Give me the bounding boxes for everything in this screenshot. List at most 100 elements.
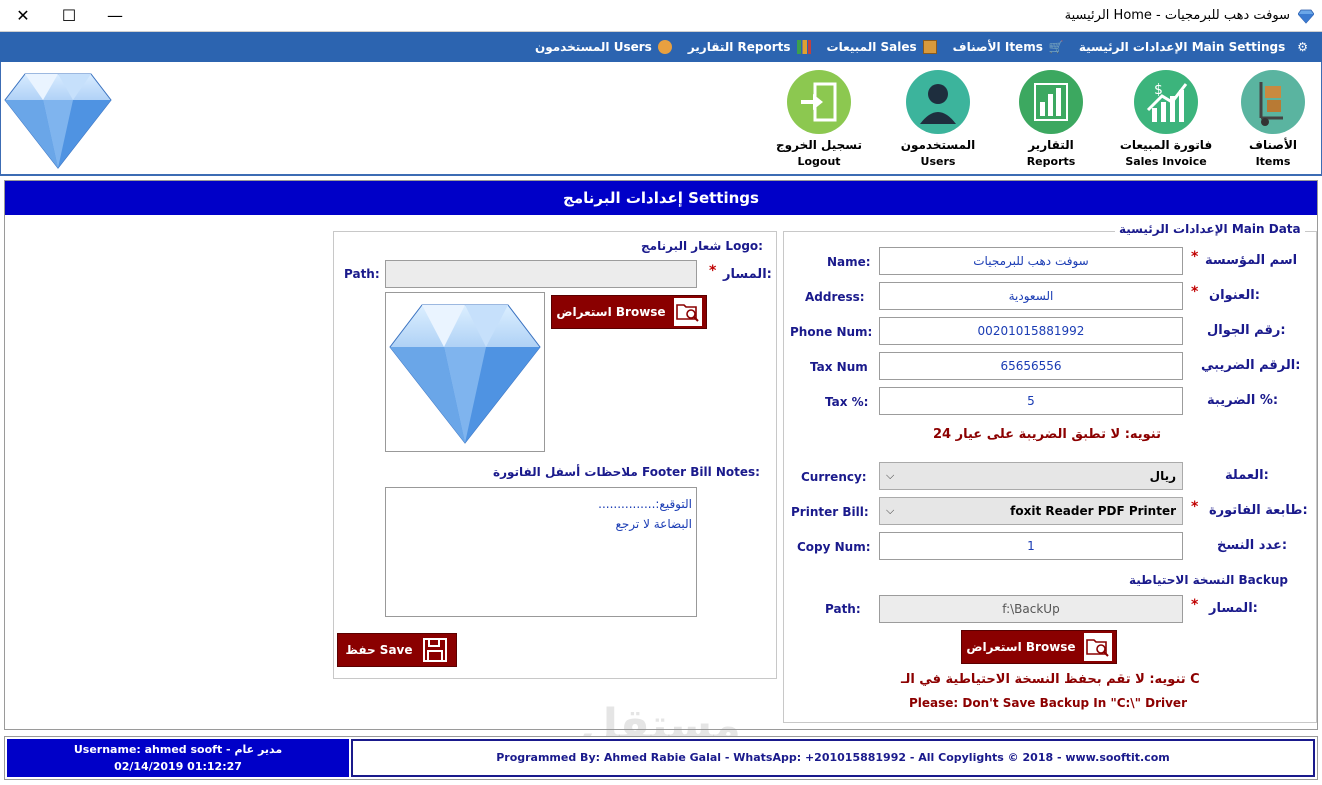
currency-label-ar: العملة: [1225, 468, 1269, 483]
address-label-en: Address: [805, 290, 865, 304]
currency-label-en: Currency: [801, 470, 867, 484]
menu-item-label: التقارير Reports [687, 40, 791, 54]
box-icon [922, 40, 937, 54]
name-field[interactable]: سوفت دهب للبرمجيات [879, 247, 1183, 275]
toolbar-sales-invoice-button[interactable]: $ فاتورة المبيعات Sales Invoice [1106, 70, 1226, 168]
required-mark: * [709, 263, 717, 279]
tax-number-field[interactable]: 65656556 [879, 352, 1183, 380]
status-user-panel: Username: ahmed sooft - مدير عام 02/14/2… [7, 739, 349, 777]
required-mark: * [1191, 249, 1199, 265]
close-icon: ✕ [16, 6, 30, 25]
logo-preview [385, 292, 545, 452]
toolbar-users-label-en: Users [920, 155, 956, 168]
toolbar: الأصناف Items $ فاتورة المبيعات Sales In… [0, 62, 1322, 176]
toolbar-logout-button[interactable]: تسجيل الخروج Logout [759, 70, 879, 168]
menu-item-sales[interactable]: المبيعات Sales [827, 40, 937, 54]
currency-select[interactable]: ⌵ ريال [879, 462, 1183, 490]
chevron-down-icon: ⌵ [886, 504, 895, 517]
logo-group-title: شعار البرنامج Logo: [641, 239, 763, 253]
backup-path-label-en: Path: [825, 602, 861, 616]
copy-number-field[interactable]: 1 [879, 532, 1183, 560]
report-icon [796, 40, 811, 54]
copy-number-label-en: Copy Num: [797, 540, 871, 554]
required-mark: * [1191, 499, 1199, 515]
phone-label-ar: رقم الجوال: [1207, 323, 1286, 338]
maximize-button[interactable]: ☐ [46, 4, 92, 28]
backup-path-label-ar: المسار: [1209, 601, 1258, 616]
toolbar-reports-label-ar: التقارير [1028, 138, 1074, 152]
title-bar: ✕ ☐ — الرئيسية Home - سوفت دهب للبرمجيات [0, 0, 1322, 32]
close-button[interactable]: ✕ [0, 4, 46, 28]
floppy-disk-icon [421, 636, 449, 664]
cart-icon: 🛒 [1048, 40, 1064, 54]
logo-browse-button[interactable]: استعراض Browse [551, 295, 707, 329]
required-mark: * [1191, 597, 1199, 613]
printer-select[interactable]: ⌵ foxit Reader PDF Printer [879, 497, 1183, 525]
logo-browse-label: استعراض Browse [556, 305, 666, 319]
printer-label-en: Printer Bill: [791, 505, 869, 519]
toolbar-reports-label-en: Reports [1026, 155, 1076, 168]
folder-search-icon [673, 298, 702, 326]
minimize-icon: — [107, 6, 123, 25]
toolbar-logout-label-en: Logout [797, 155, 841, 168]
toolbar-users-button[interactable]: المستخدمون Users [878, 70, 998, 168]
menu-item-main-settings[interactable]: الإعدادات الرئيسية Main Settings [1079, 40, 1285, 54]
folder-search-icon [1083, 633, 1112, 661]
status-programmed-by: Programmed By: Ahmed Rabie Galal - Whats… [351, 739, 1315, 777]
tax-percent-field[interactable]: 5 [879, 387, 1183, 415]
address-label-ar: العنوان: [1209, 288, 1260, 303]
toolbar-sales-label-ar: فاتورة المبيعات [1119, 138, 1213, 152]
menu-item-users[interactable]: المستخدمون Users [535, 40, 672, 54]
logo-path-label-en: Path: [344, 267, 380, 281]
status-username: Username: ahmed sooft - مدير عام [73, 743, 283, 756]
logo-path-label-ar: المسار: [723, 267, 772, 282]
tax-percent-label-en: Tax %: [825, 395, 869, 409]
diamond-logo-preview [389, 304, 541, 444]
currency-selected-value: ريال [1149, 469, 1176, 483]
bar-chart-icon [1019, 70, 1083, 134]
menu-item-label: الأصناف Items [952, 40, 1043, 54]
required-mark: * [1191, 284, 1199, 300]
sales-growth-icon: $ [1134, 70, 1198, 134]
backup-browse-label: استعراض Browse [966, 640, 1076, 654]
status-datetime: 02/14/2019 01:12:27 [114, 760, 242, 773]
address-field[interactable]: السعودية [879, 282, 1183, 310]
menu-item-label: الإعدادات الرئيسية Main Settings [1078, 40, 1286, 54]
tax-number-label-ar: الرقم الضريبي: [1201, 358, 1301, 373]
users-icon [657, 40, 672, 54]
logo-path-field[interactable] [385, 260, 697, 288]
printer-label-ar: طابعة الفاتورة: [1209, 503, 1308, 518]
menu-item-label: المبيعات Sales [826, 40, 917, 54]
settings-frame: إعدادات البرنامج Settings الإعدادات الرئ… [4, 180, 1318, 730]
toolbar-items-label-ar: الأصناف [1249, 138, 1297, 152]
footer-notes-textarea[interactable]: التوقيع:............... البضاعة لا ترجع [385, 487, 697, 617]
minimize-button[interactable]: — [92, 4, 138, 28]
backup-path-field[interactable]: f:\BackUp [879, 595, 1183, 623]
menu-item-reports[interactable]: التقارير Reports [688, 40, 811, 54]
hand-truck-icon [1241, 70, 1305, 134]
printer-selected-value: foxit Reader PDF Printer [1010, 504, 1176, 518]
footer-notes-title: ملاحظات أسفل الفاتورة Footer Bill Notes: [493, 465, 760, 479]
phone-label-en: Phone Num: [790, 325, 873, 339]
save-button[interactable]: حفظ Save [337, 633, 457, 667]
toolbar-sales-label-en: Sales Invoice [1125, 155, 1207, 168]
logout-icon [787, 70, 851, 134]
toolbar-items-button[interactable]: الأصناف Items [1213, 70, 1322, 168]
diamond-app-icon [1298, 9, 1314, 24]
menu-item-items[interactable]: 🛒 الأصناف Items [952, 40, 1064, 54]
user-icon [906, 70, 970, 134]
page-title: إعدادات البرنامج Settings [5, 181, 1317, 215]
toolbar-logout-label-ar: تسجيل الخروج [776, 138, 862, 152]
backup-browse-button[interactable]: استعراض Browse [961, 630, 1117, 664]
save-label: حفظ Save [345, 643, 413, 657]
settings-gear-icon: ⚙ [1297, 40, 1308, 54]
backup-note-en: Please: Don't Save Backup In "C:\" Drive… [909, 696, 1187, 710]
footer-notes-line: البضاعة لا ترجع [615, 517, 692, 531]
phone-field[interactable]: 00201015881992 [879, 317, 1183, 345]
toolbar-items-label-en: Items [1255, 155, 1291, 168]
toolbar-reports-button[interactable]: التقارير Reports [991, 70, 1111, 168]
status-bar: Username: ahmed sooft - مدير عام 02/14/2… [4, 736, 1318, 780]
backup-group-title: النسخة الاحتياطية Backup [1129, 573, 1288, 587]
copy-number-label-ar: عدد النسخ: [1217, 538, 1288, 553]
chevron-down-icon: ⌵ [886, 469, 895, 482]
